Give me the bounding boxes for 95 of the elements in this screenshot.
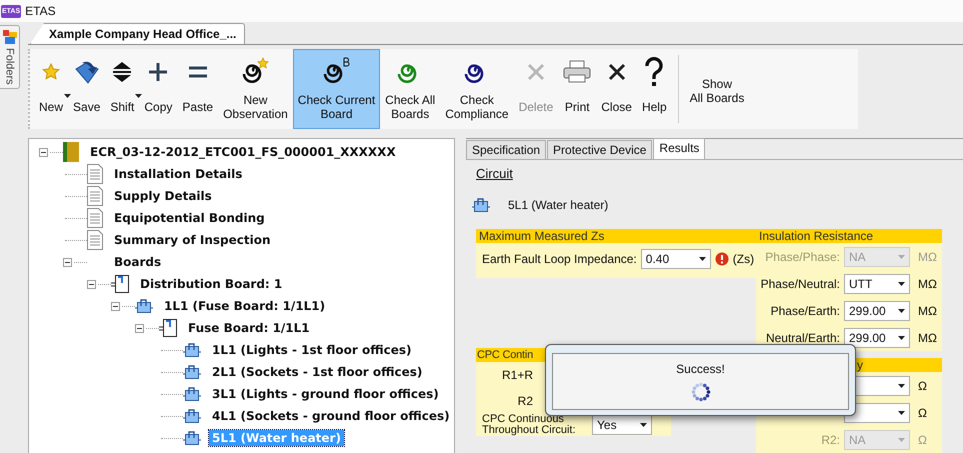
unit-label: Ω bbox=[918, 378, 927, 392]
tree-item[interactable]: 4L1 (Sockets - ground floor offices) bbox=[209, 408, 453, 424]
close-icon bbox=[526, 62, 546, 82]
field-label: Phase/Earth: bbox=[770, 304, 841, 318]
unit-label: MΩ bbox=[918, 276, 937, 290]
board-icon bbox=[111, 274, 129, 294]
folders-icon bbox=[2, 30, 16, 44]
unit-label: MΩ bbox=[918, 304, 937, 318]
folders-pane-tab[interactable]: Folders bbox=[0, 25, 20, 89]
close-icon bbox=[606, 62, 627, 82]
tab[interactable]: Results bbox=[653, 138, 706, 159]
toolbar-button[interactable]: New Observation bbox=[218, 49, 293, 129]
dropdown-arrow-icon bbox=[898, 384, 905, 388]
dropdown-field[interactable]: 299.00 bbox=[844, 328, 910, 348]
report-icon bbox=[63, 142, 79, 162]
field-label: CPC Continuous Throughout Circuit: bbox=[482, 414, 577, 436]
toolbar-button[interactable]: Check Current Board bbox=[292, 49, 380, 129]
toolbar-button[interactable]: Copy bbox=[139, 49, 178, 129]
dropdown-arrow-icon bbox=[640, 423, 647, 427]
dialog-message: Success! bbox=[676, 362, 725, 376]
circuit-link[interactable]: Circuit bbox=[476, 166, 513, 181]
tree-item[interactable]: Supply Details bbox=[111, 188, 215, 204]
collapse-toggle[interactable] bbox=[135, 324, 144, 332]
window-title: ETAS bbox=[25, 4, 56, 18]
field-label: Earth Fault Loop Impedance: bbox=[482, 252, 637, 266]
circuit-icon bbox=[183, 386, 201, 402]
field-label: R1+R bbox=[500, 368, 533, 382]
section-header: Insulation Resistance bbox=[756, 229, 942, 243]
tree-item[interactable]: 3L1 (Lights - ground floor offices) bbox=[209, 386, 442, 402]
toolbar-button[interactable]: Show All Boards bbox=[684, 49, 750, 129]
tree-item[interactable]: Fuse Board: 1/1L1 bbox=[185, 320, 313, 336]
toolbar-button[interactable]: Check Compliance bbox=[440, 49, 514, 129]
collapse-toggle[interactable] bbox=[111, 302, 120, 310]
toolbar-button[interactable]: Shift bbox=[105, 49, 140, 129]
toolbar-button[interactable]: Help bbox=[636, 49, 672, 129]
circuit-icon bbox=[183, 408, 201, 424]
star-icon bbox=[42, 63, 60, 81]
circuit-icon bbox=[183, 342, 201, 358]
toolbar-button[interactable]: Check All Boards bbox=[380, 49, 440, 129]
unit-label: Ω bbox=[918, 432, 927, 446]
dropdown-arrow-icon bbox=[898, 438, 905, 442]
save-icon bbox=[74, 59, 100, 85]
tab[interactable]: Protective Device bbox=[547, 140, 652, 159]
circuit-icon bbox=[183, 364, 201, 380]
tab[interactable]: Specification bbox=[466, 140, 546, 159]
tree-item[interactable]: Distribution Board: 1 bbox=[137, 276, 286, 292]
tree-item[interactable]: Equipotential Bonding bbox=[111, 210, 268, 226]
dropdown-arrow-icon bbox=[898, 308, 905, 312]
toolbar-button[interactable]: Print bbox=[558, 49, 596, 129]
field-label: R2: bbox=[820, 432, 841, 446]
dropdown-arrow-icon bbox=[898, 410, 905, 414]
loading-spinner-icon bbox=[690, 382, 710, 402]
plus-icon bbox=[147, 61, 170, 83]
collapse-toggle[interactable] bbox=[63, 258, 72, 266]
toolbar-button[interactable]: Save bbox=[68, 49, 106, 129]
tree-item[interactable]: 1L1 (Fuse Board: 1/1L1) bbox=[161, 298, 328, 314]
toolbar-button[interactable]: New bbox=[34, 49, 68, 129]
unit-label: Ω bbox=[918, 406, 927, 420]
field-label: R2 bbox=[516, 394, 533, 408]
tree-item[interactable]: Boards bbox=[111, 254, 164, 270]
field-label: Neutral/Earth: bbox=[764, 330, 841, 344]
circuit-icon bbox=[183, 430, 201, 446]
dropdown-arrow-icon bbox=[698, 257, 706, 261]
board-icon bbox=[159, 318, 177, 338]
tree-item[interactable]: Summary of Inspection bbox=[111, 232, 274, 248]
tree-item[interactable]: 2L1 (Sockets - 1st floor offices) bbox=[209, 364, 426, 380]
dropdown-field[interactable]: 0.40 bbox=[640, 249, 711, 269]
section-header: Maximum Measured Zs bbox=[476, 229, 756, 243]
circuit-name: 5L1 (Water heater) bbox=[508, 198, 608, 212]
dropdown-arrow-icon bbox=[898, 282, 905, 286]
dropdown-arrow-icon bbox=[898, 254, 905, 258]
dropdown-field[interactable]: Yes bbox=[592, 415, 652, 435]
toolbar-button[interactable]: Paste bbox=[177, 49, 218, 129]
unit-label: (Zs) bbox=[732, 252, 754, 266]
unit-label: MΩ bbox=[918, 330, 937, 344]
collapse-toggle[interactable] bbox=[39, 148, 48, 156]
circuit-icon bbox=[472, 197, 490, 213]
equals-icon bbox=[186, 65, 209, 79]
unit-label: MΩ bbox=[918, 250, 937, 264]
dropdown-field[interactable]: 299.00 bbox=[844, 300, 910, 320]
tree-item[interactable]: Installation Details bbox=[111, 166, 246, 182]
help-icon bbox=[644, 57, 664, 87]
circuit-icon bbox=[135, 298, 153, 314]
document-tab[interactable]: Xample Company Head Office_... bbox=[30, 23, 246, 44]
tree-item[interactable]: ECR_03-12-2012_ETC001_FS_000001_XXXXXX bbox=[87, 144, 399, 160]
field-label: Phase/Phase: bbox=[764, 250, 841, 264]
dropdown-caret-icon[interactable] bbox=[64, 94, 72, 98]
dropdown-arrow-icon bbox=[898, 336, 905, 340]
printer-icon bbox=[563, 60, 592, 84]
dropdown-caret-icon[interactable] bbox=[135, 94, 142, 98]
tree-item[interactable]: 1L1 (Lights - 1st floor offices) bbox=[209, 342, 415, 358]
dropdown-field[interactable]: UTT bbox=[844, 274, 910, 294]
toolbar-button[interactable]: Close bbox=[596, 49, 637, 129]
collapse-toggle[interactable] bbox=[87, 280, 96, 288]
field-label: Phase/Neutral: bbox=[760, 276, 841, 290]
